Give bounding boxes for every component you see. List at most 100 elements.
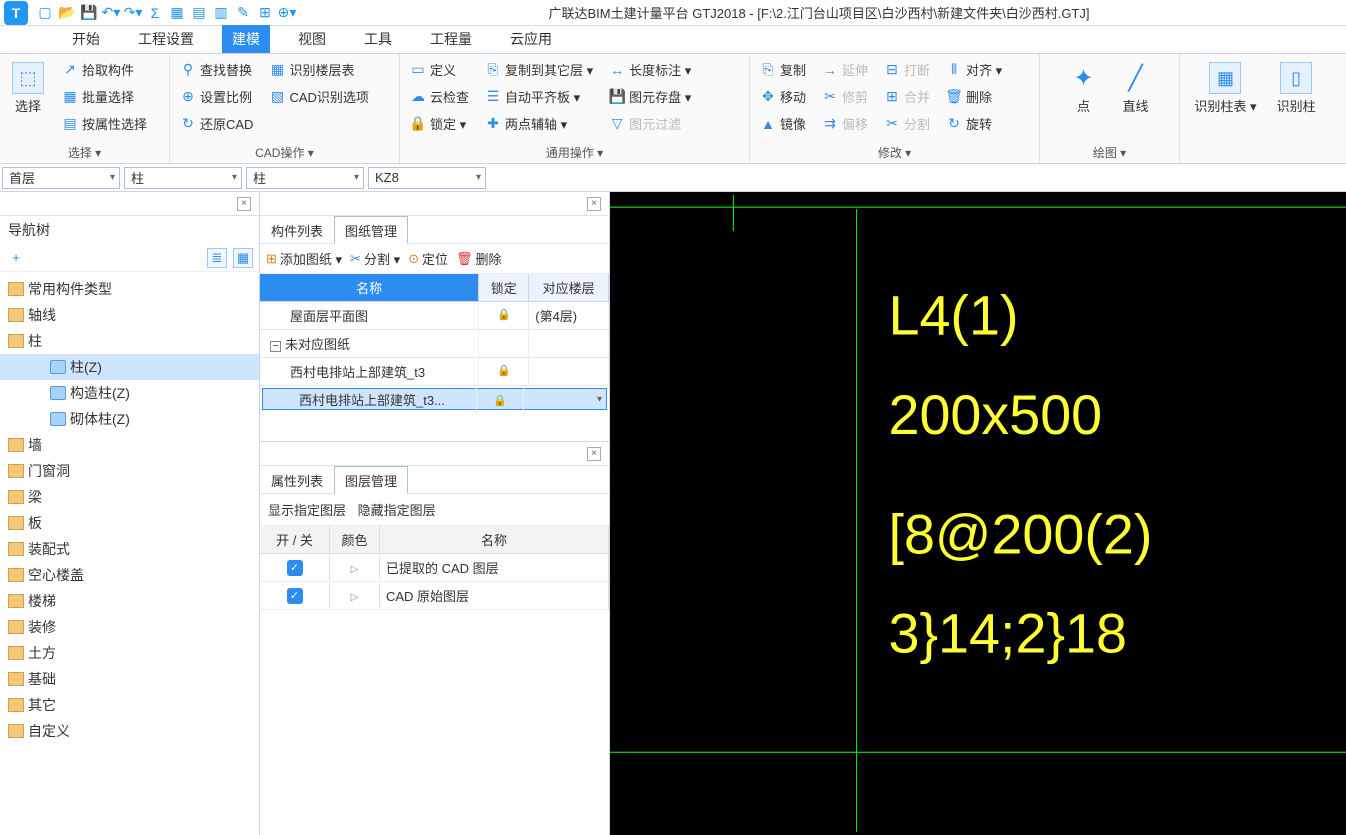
tree-item[interactable]: 砌体柱(Z) — [0, 406, 259, 432]
tree-item[interactable]: 梁 — [0, 484, 259, 510]
drawing-close-icon[interactable]: × — [587, 197, 601, 211]
merge-button[interactable]: ⊞合并 — [880, 85, 934, 108]
tab-project-settings[interactable]: 工程设置 — [128, 25, 204, 53]
options-icon[interactable]: ▥ — [212, 4, 230, 22]
line-button[interactable]: ╱ 直线 — [1114, 58, 1158, 142]
cad-canvas[interactable]: L4(1) 200x500 [8@200(2) 3}14;2}18 — [610, 192, 1346, 835]
tree-item[interactable]: 楼梯 — [0, 588, 259, 614]
view-list-icon[interactable]: ≣ — [207, 248, 227, 268]
batch-select-button[interactable]: ▦批量选择 — [58, 85, 151, 108]
category-select[interactable]: 柱 — [124, 167, 242, 189]
add-icon[interactable]: ⊕▾ — [278, 4, 296, 22]
cad-recognize-options-button[interactable]: ▧CAD识别选项 — [265, 85, 372, 108]
add-node-icon[interactable]: + — [6, 248, 26, 268]
cloud-check-button[interactable]: ☁云检查 — [406, 85, 473, 108]
tab-prop-list[interactable]: 属性列表 — [260, 466, 334, 493]
delete-drawing-button[interactable]: 🗑删除 — [456, 249, 502, 268]
tree-item[interactable]: 装配式 — [0, 536, 259, 562]
undo-icon[interactable]: ↶▾ — [102, 4, 120, 22]
split-button[interactable]: ✂分割 — [880, 112, 934, 135]
recognize-column-button[interactable]: ▯ 识别柱 — [1271, 58, 1322, 145]
table-row[interactable]: 西村电排站上部建筑_t3🔒 — [260, 358, 609, 386]
checkbox-icon[interactable]: ✓ — [287, 588, 303, 604]
recognize-floor-table-button[interactable]: ▦识别楼层表 — [265, 58, 372, 81]
trim-button[interactable]: ✂修剪 — [818, 85, 872, 108]
pick-element-button[interactable]: ↗拾取构件 — [58, 58, 151, 81]
table-row[interactable]: 屋面层平面图🔒(第4层) — [260, 302, 609, 330]
checkbox-icon[interactable]: ✓ — [287, 560, 303, 576]
copy-other-floor-button[interactable]: ⎘复制到其它层 ▾ — [481, 58, 597, 81]
length-dim-button[interactable]: ↔长度标注 ▾ — [605, 58, 695, 81]
split-drawing-button[interactable]: ✂分割 ▾ — [350, 249, 400, 268]
layer-grid[interactable]: ✓▷已提取的 CAD 图层✓▷CAD 原始图层 — [260, 554, 609, 610]
nav-tree[interactable]: 常用构件类型轴线柱柱(Z)构造柱(Z)砌体柱(Z)墙门窗洞梁板装配式空心楼盖楼梯… — [0, 272, 259, 835]
tab-tools[interactable]: 工具 — [354, 25, 402, 53]
hide-layer-button[interactable]: 隐藏指定图层 — [358, 503, 436, 518]
member-select[interactable]: KZ8 — [368, 167, 486, 189]
lock-button[interactable]: 🔒锁定 ▾ — [406, 112, 473, 135]
save-icon[interactable]: 💾 — [80, 4, 98, 22]
restore-cad-button[interactable]: ↻还原CAD — [176, 112, 257, 135]
element-filter-button[interactable]: ▽图元过滤 — [605, 112, 695, 135]
select-button[interactable]: ⬚ 选择 — [6, 58, 50, 142]
set-scale-button[interactable]: ⊕设置比例 — [176, 85, 257, 108]
add-drawing-button[interactable]: ⊞添加图纸 ▾ — [266, 249, 342, 268]
sum-icon[interactable]: Σ — [146, 4, 164, 22]
tree-item[interactable]: 其它 — [0, 692, 259, 718]
tree-item[interactable]: 墙 — [0, 432, 259, 458]
tab-component-list[interactable]: 构件列表 — [260, 216, 334, 243]
delete-button[interactable]: 🗑删除 — [942, 85, 1006, 108]
tree-item[interactable]: 构造柱(Z) — [0, 380, 259, 406]
auto-align-slab-button[interactable]: ☰自动平齐板 ▾ — [481, 85, 597, 108]
table-row[interactable]: ✓▷已提取的 CAD 图层 — [260, 554, 609, 582]
tab-layer-mgmt[interactable]: 图层管理 — [334, 466, 408, 494]
expand-icon[interactable]: ▷ — [351, 592, 359, 603]
tab-drawing-mgmt[interactable]: 图纸管理 — [334, 216, 408, 244]
table-row[interactable]: ✓▷CAD 原始图层 — [260, 582, 609, 610]
tab-view[interactable]: 视图 — [288, 25, 336, 53]
two-point-axis-button[interactable]: ✚两点辅轴 ▾ — [481, 112, 597, 135]
rotate-button[interactable]: ↻旋转 — [942, 112, 1006, 135]
recognize-column-table-button[interactable]: ▦ 识别柱表 ▾ — [1188, 58, 1262, 145]
edit-icon[interactable]: ✎ — [234, 4, 252, 22]
extend-button[interactable]: →延伸 — [818, 58, 872, 81]
layer-close-icon[interactable]: × — [587, 447, 601, 461]
table-row[interactable]: 西村电排站上部建筑_t3...🔒 — [262, 388, 607, 410]
drawing-grid[interactable]: 屋面层平面图🔒(第4层)−未对应图纸西村电排站上部建筑_t3🔒西村电排站上部建筑… — [260, 302, 609, 412]
point-button[interactable]: ✦ 点 — [1062, 58, 1106, 142]
find-replace-button[interactable]: ⚲查找替换 — [176, 58, 257, 81]
tree-item[interactable]: 自定义 — [0, 718, 259, 744]
nav-close-icon[interactable]: × — [237, 197, 251, 211]
move-button[interactable]: ✥移动 — [756, 85, 810, 108]
tree-item[interactable]: 门窗洞 — [0, 458, 259, 484]
tree-item[interactable]: 板 — [0, 510, 259, 536]
element-save-button[interactable]: 💾图元存盘 ▾ — [605, 85, 695, 108]
tree-item[interactable]: 轴线 — [0, 302, 259, 328]
tree-item[interactable]: 常用构件类型 — [0, 276, 259, 302]
show-layer-button[interactable]: 显示指定图层 — [268, 503, 346, 518]
tab-modeling[interactable]: 建模 — [222, 25, 270, 53]
tab-cloud[interactable]: 云应用 — [500, 25, 562, 53]
copy-button[interactable]: ⎘复制 — [756, 58, 810, 81]
tree-item[interactable]: 土方 — [0, 640, 259, 666]
align-button[interactable]: ⫴对齐 ▾ — [942, 58, 1006, 81]
locate-drawing-button[interactable]: ⊙定位 — [408, 249, 448, 268]
type-select[interactable]: 柱 — [246, 167, 364, 189]
tree-item[interactable]: 基础 — [0, 666, 259, 692]
tree-item[interactable]: 空心楼盖 — [0, 562, 259, 588]
open-icon[interactable]: 📂 — [58, 4, 76, 22]
new-icon[interactable]: ▢ — [36, 4, 54, 22]
view-grid-icon[interactable]: ▦ — [233, 248, 253, 268]
table-icon[interactable]: ▦ — [168, 4, 186, 22]
tab-start[interactable]: 开始 — [62, 25, 110, 53]
redo-icon[interactable]: ↷▾ — [124, 4, 142, 22]
select-by-prop-button[interactable]: ▤按属性选择 — [58, 112, 151, 135]
expand-icon[interactable]: ▷ — [351, 564, 359, 575]
break-button[interactable]: ⊟打断 — [880, 58, 934, 81]
define-button[interactable]: ▭定义 — [406, 58, 473, 81]
floor-select[interactable]: 首层 — [2, 167, 120, 189]
tree-item[interactable]: 装修 — [0, 614, 259, 640]
mirror-button[interactable]: ▲镜像 — [756, 112, 810, 135]
offset-button[interactable]: ⇉偏移 — [818, 112, 872, 135]
tree-item[interactable]: 柱(Z) — [0, 354, 259, 380]
